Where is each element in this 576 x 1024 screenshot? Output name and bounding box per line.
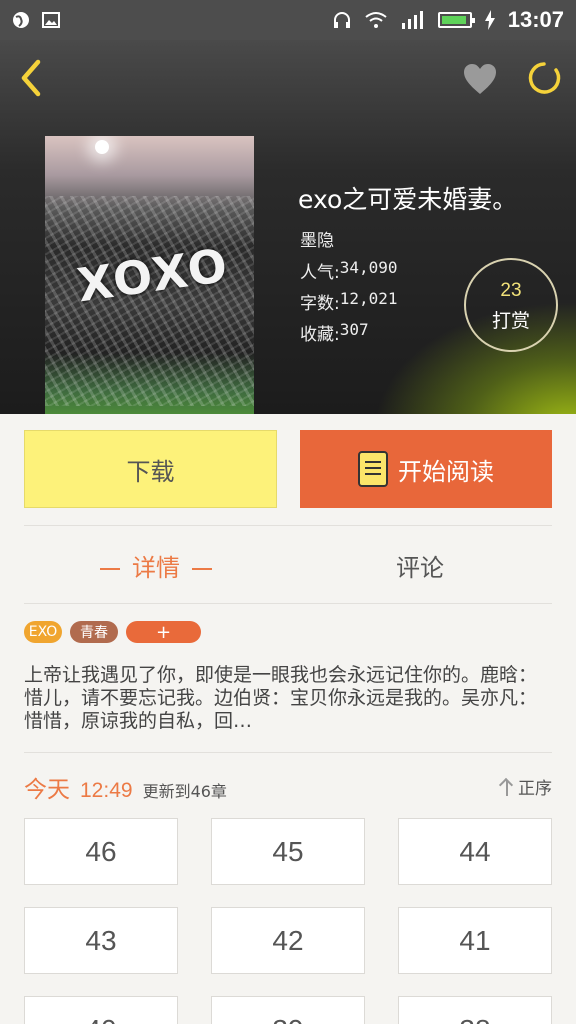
signal-icon — [401, 11, 423, 29]
globe-icon — [13, 12, 29, 28]
chapter-button[interactable]: 44 — [398, 818, 552, 885]
status-bar: 13:07 — [0, 0, 576, 40]
tip-label: 打赏 — [491, 310, 530, 332]
tip-count: 23 — [500, 280, 522, 301]
tab-dash — [192, 568, 212, 570]
sort-label: 正序 — [518, 779, 552, 799]
chapter-grid: 46 45 44 43 42 41 40 39 38 — [24, 818, 552, 1024]
book-title: exo之可爱未婚妻。 — [298, 185, 518, 214]
update-text: 更新到46章 — [142, 782, 227, 801]
popularity-stat: 人气: 34,090 — [300, 258, 398, 283]
headphones-icon — [333, 12, 350, 28]
stadium-light — [95, 140, 109, 154]
tab-detail-label: 详情 — [132, 554, 180, 582]
tab-comments-label: 评论 — [396, 554, 444, 582]
chapter-button[interactable]: 40 — [24, 996, 178, 1024]
chapter-button[interactable]: 46 — [24, 818, 178, 885]
chapter-button[interactable]: 38 — [398, 996, 552, 1024]
chapter-button[interactable]: 45 — [211, 818, 365, 885]
popularity-value: 34,090 — [339, 258, 398, 277]
book-icon — [358, 451, 388, 487]
chapter-button[interactable]: 42 — [211, 907, 365, 974]
book-header: XOXO exo之可爱未婚妻。 墨隐 人气: 34,090 字数: 12,021… — [0, 40, 576, 414]
start-reading-label: 开始阅读 — [398, 457, 494, 486]
tab-detail[interactable]: 详情 — [24, 548, 288, 583]
sort-button[interactable]: 正序 — [500, 774, 552, 799]
divider — [24, 752, 552, 753]
favorites-label: 收藏: — [300, 325, 340, 345]
image-icon — [42, 12, 60, 28]
charging-icon — [484, 10, 495, 30]
favorites-value: 307 — [339, 320, 369, 339]
popularity-label: 人气: — [300, 263, 340, 283]
heart-icon[interactable] — [462, 62, 498, 96]
word-count-stat: 字数: 12,021 — [300, 289, 398, 314]
chapter-button[interactable]: 39 — [211, 996, 365, 1024]
battery-icon — [437, 12, 475, 28]
words-label: 字数: — [300, 294, 340, 314]
start-reading-button[interactable]: 开始阅读 — [300, 430, 552, 508]
book-description[interactable]: 上帝让我遇见了你，即使是一眼我也会永远记住你的。鹿晗：惜儿，请不要忘记我。边伯贤… — [24, 664, 554, 733]
download-button[interactable]: 下载 — [24, 430, 277, 508]
book-cover: XOXO — [45, 136, 254, 414]
tag-youth[interactable]: 青春 — [70, 621, 118, 643]
wifi-icon — [365, 12, 387, 28]
download-label: 下载 — [126, 457, 175, 486]
divider — [24, 525, 552, 526]
tag-list: EXO 青春 + — [24, 621, 201, 643]
divider — [24, 603, 552, 604]
back-arrow-icon[interactable] — [16, 58, 46, 98]
add-tag-button[interactable]: + — [126, 621, 201, 643]
tab-comments[interactable]: 评论 — [288, 548, 552, 583]
chapter-button[interactable]: 41 — [398, 907, 552, 974]
favorites-stat: 收藏: 307 — [300, 320, 369, 345]
update-day: 今天 — [24, 777, 70, 803]
tab-dash — [100, 568, 120, 570]
arrow-up-icon — [500, 778, 514, 796]
loading-icon — [528, 62, 561, 94]
chapter-button[interactable]: 43 — [24, 907, 178, 974]
words-value: 12,021 — [339, 289, 398, 308]
tip-button[interactable]: 23 打赏 — [464, 258, 558, 352]
clock: 13:07 — [507, 7, 564, 32]
book-author[interactable]: 墨隐 — [300, 226, 334, 251]
update-info: 今天 12:49 更新到46章 — [24, 770, 227, 804]
tag-exo[interactable]: EXO — [24, 621, 62, 643]
update-time: 12:49 — [80, 779, 133, 802]
